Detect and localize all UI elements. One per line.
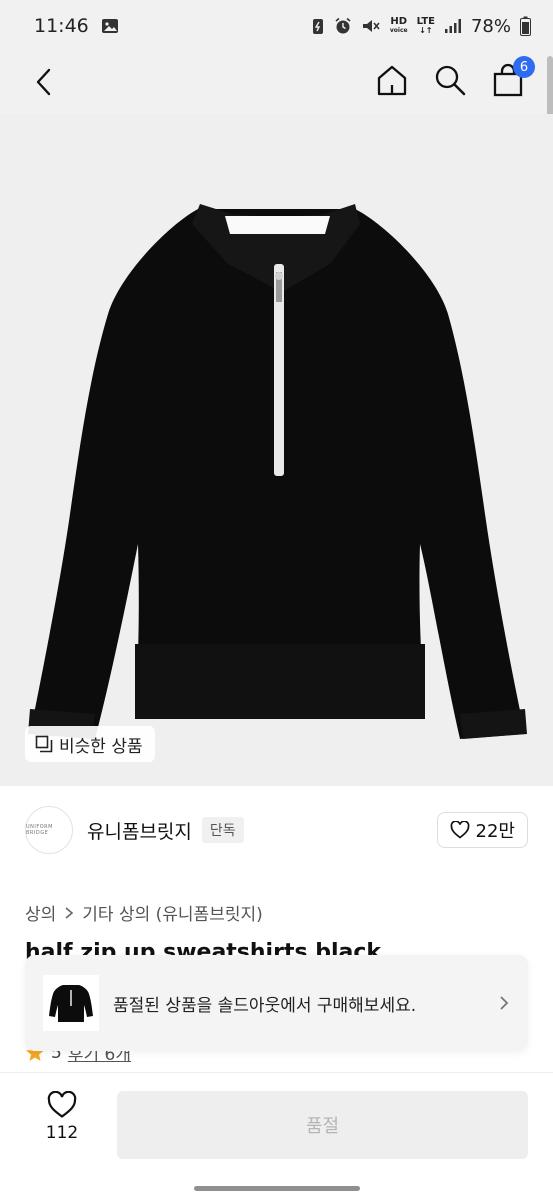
cart-button[interactable]: 6 [491, 56, 535, 98]
soldout-button[interactable]: 품절 [117, 1091, 528, 1159]
heart-icon [450, 821, 469, 839]
mute-icon [361, 17, 381, 35]
home-button[interactable] [375, 62, 409, 98]
signal-icon [444, 18, 462, 34]
chevron-right-icon [500, 996, 509, 1010]
product-like-button[interactable]: 112 [36, 1091, 88, 1143]
status-time: 11:46 [34, 15, 89, 37]
breadcrumb: 상의 기타 상의 (유니폼브릿지) [25, 900, 263, 925]
sweatshirt-illustration [28, 204, 527, 739]
status-bar: 11:46 HD voice LTE ↓↑ 78% [0, 0, 553, 52]
brand-like-button[interactable]: 22만 [436, 812, 528, 848]
top-navigation: 6 [0, 52, 553, 114]
brand-like-count: 22만 [475, 821, 515, 842]
heart-icon [47, 1091, 77, 1118]
similar-products-button[interactable]: 비슷한 상품 [25, 726, 155, 762]
similar-products-label: 비슷한 상품 [59, 736, 143, 757]
sweatshirt-thumbnail-icon [49, 985, 93, 1022]
copy-icon [35, 735, 53, 753]
exclusive-badge: 단독 [201, 817, 244, 843]
chevron-right-icon [65, 906, 74, 919]
battery-saver-icon [311, 17, 325, 35]
back-arrow-icon [36, 68, 51, 96]
alarm-icon [334, 17, 352, 35]
breadcrumb-subcategory[interactable]: 기타 상의 (유니폼브릿지) [82, 900, 262, 925]
cart-count-badge: 6 [513, 56, 535, 78]
product-image[interactable]: 비슷한 상품 [0, 114, 553, 786]
gallery-icon [101, 17, 119, 35]
product-like-count: 112 [45, 1123, 79, 1143]
brand-logo[interactable]: UNIFORM BRIDGE [25, 806, 73, 854]
hd-voice-icon: HD voice [389, 16, 408, 35]
navigation-gesture-area [0, 1172, 553, 1200]
home-icon [377, 65, 407, 96]
soldout-toast[interactable]: 품절된 상품을 솔드아웃에서 구매해보세요. [25, 955, 528, 1051]
search-button[interactable] [433, 62, 467, 98]
battery-icon [520, 16, 531, 36]
breadcrumb-category[interactable]: 상의 [25, 900, 56, 925]
back-button[interactable] [26, 64, 62, 100]
bottom-action-bar: 112 품절 [0, 1072, 553, 1172]
toast-product-thumbnail [43, 975, 99, 1031]
brand-name[interactable]: 유니폼브릿지 [87, 817, 192, 844]
brand-row: UNIFORM BRIDGE 유니폼브릿지 단독 22만 [0, 800, 553, 860]
toast-message: 품절된 상품을 솔드아웃에서 구매해보세요. [113, 995, 417, 1016]
gesture-handle[interactable] [194, 1186, 360, 1191]
battery-percent: 78% [470, 15, 511, 37]
search-icon [435, 65, 466, 96]
lte-icon: LTE ↓↑ [416, 16, 435, 36]
